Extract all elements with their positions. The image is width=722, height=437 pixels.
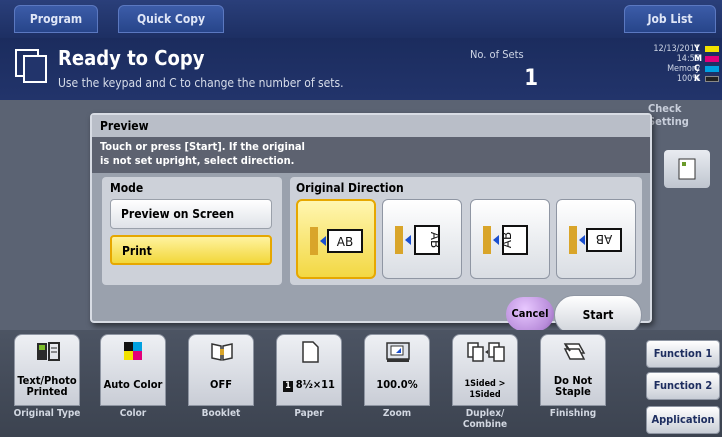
direction-upright-icon: AB (310, 227, 363, 255)
duplex-label: Duplex/ Combine (462, 408, 508, 430)
direction-rotated-left-icon: AB (395, 225, 442, 255)
direction-glyph: AB (596, 232, 612, 246)
dialog-title-bar: Preview (92, 115, 650, 137)
memory-label: Memory (667, 64, 700, 74)
finishing-label: Finishing (549, 408, 597, 419)
mode-label: Mode (110, 181, 144, 195)
finishing-button[interactable]: Do Not Staple (540, 334, 606, 406)
duplex-icon (467, 342, 505, 362)
tab-quick-copy[interactable]: Quick Copy (118, 5, 224, 33)
original-type-icon (37, 342, 60, 361)
dialog-message: Touch or press [Start]. If the original … (100, 140, 305, 168)
mode-print-button[interactable]: Print (110, 235, 272, 265)
duplex-combine-button[interactable]: 1Sided > 1Sided (452, 334, 518, 406)
original-direction-group: Original Direction AB AB AB AB (290, 177, 642, 285)
check-setting-button[interactable]: Check Setting (648, 102, 722, 128)
copy-icon (15, 49, 47, 83)
status-title: Ready to Copy (58, 46, 205, 70)
status-subtitle: Use the keypad and C to change the numbe… (58, 76, 344, 90)
top-tab-bar: Program Quick Copy Job List (0, 0, 722, 38)
start-button[interactable]: Start (554, 295, 642, 335)
booklet-value: OFF (210, 378, 232, 391)
zoom-icon (386, 342, 410, 362)
original-type-label: Original Type (13, 408, 81, 419)
color-button[interactable]: Auto Color (100, 334, 166, 406)
booklet-label: Booklet (201, 408, 241, 419)
sets-label: No. of Sets (470, 48, 524, 61)
direction-upright-button[interactable]: AB (296, 199, 376, 279)
direction-glyph: AB (428, 232, 442, 248)
direction-rotated-right-icon: AB (483, 225, 528, 255)
mode-group: Mode Preview on Screen Print (102, 177, 282, 285)
finishing-icon (563, 343, 586, 360)
paper-value: 1 8½×11 (283, 378, 335, 392)
function1-button[interactable]: Function 1 (646, 340, 720, 368)
dialog-message-line: Touch or press [Start]. If the original (100, 140, 305, 153)
application-button[interactable]: Application (646, 406, 720, 434)
date-time-memory: 12/13/2011 14:55 Memory 100% (608, 44, 700, 84)
paper-icon (302, 341, 319, 363)
function2-button[interactable]: Function 2 (646, 372, 720, 400)
toner-letter: Y (694, 44, 700, 54)
direction-glyph: AB (337, 235, 353, 249)
color-label: Color (119, 408, 147, 419)
zoom-button[interactable]: 100.0% (364, 334, 430, 406)
dialog-message-bar: Touch or press [Start]. If the original … (92, 137, 650, 173)
time: 14:55 (676, 54, 700, 64)
memory-value: 100% (676, 74, 700, 84)
zoom-label: Zoom (382, 408, 412, 419)
preview-thumbnail-button[interactable] (664, 150, 710, 188)
toner-letters: Y M C K (694, 44, 702, 84)
page-icon (678, 158, 696, 180)
original-direction-label: Original Direction (296, 181, 404, 195)
tab-program[interactable]: Program (14, 5, 98, 33)
color-value: Auto Color (103, 378, 163, 391)
mode-preview-on-screen-button[interactable]: Preview on Screen (110, 199, 272, 229)
color-icon (124, 342, 142, 360)
original-type-value: Text/Photo Printed (17, 374, 77, 398)
finishing-value: Do Not Staple (553, 374, 593, 398)
toner-letter: K (694, 74, 701, 84)
toner-black-gauge (705, 76, 719, 82)
status-header: Ready to Copy Use the keypad and C to ch… (0, 38, 722, 100)
direction-rotated-right-button[interactable]: AB (470, 199, 550, 279)
zoom-value: 100.0% (376, 378, 418, 391)
direction-upside-down-button[interactable]: AB (556, 199, 636, 279)
preview-dialog: Preview Touch or press [Start]. If the o… (90, 113, 652, 335)
direction-upside-down-icon: AB (569, 226, 622, 254)
toner-letter: M (694, 54, 703, 64)
paper-label: Paper (294, 408, 324, 419)
sets-value: 1 (524, 66, 538, 91)
booklet-icon (211, 343, 233, 361)
dialog-title: Preview (100, 119, 149, 133)
date: 12/13/2011 (653, 44, 700, 54)
booklet-button[interactable]: OFF (188, 334, 254, 406)
original-type-button[interactable]: Text/Photo Printed (14, 334, 80, 406)
paper-button[interactable]: 1 8½×11 (276, 334, 342, 406)
toner-letter: C (694, 64, 700, 74)
direction-glyph: AB (500, 232, 514, 248)
direction-rotated-left-button[interactable]: AB (382, 199, 462, 279)
toner-magenta-gauge (705, 56, 719, 62)
tab-job-list[interactable]: Job List (624, 5, 716, 33)
duplex-value: 1Sided > 1Sided (464, 379, 506, 400)
toner-cyan-gauge (705, 66, 719, 72)
toner-yellow-gauge (705, 46, 719, 52)
dialog-message-line: is not set upright, select direction. (100, 154, 295, 167)
paper-size-text: 8½×11 (295, 378, 335, 391)
cancel-button[interactable]: Cancel (506, 297, 554, 331)
